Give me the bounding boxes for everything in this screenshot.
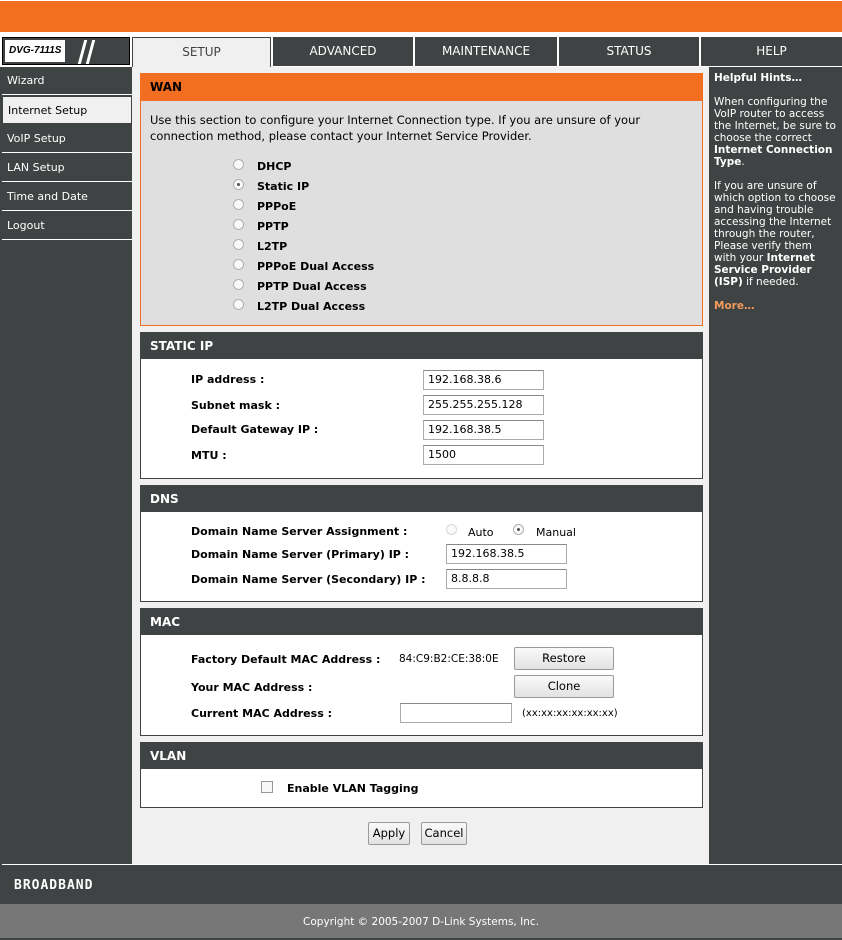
subnet-mask-input[interactable]: 255.255.255.128	[423, 395, 544, 415]
factory-mac-value: 84:C9:B2:CE:38:0E	[399, 653, 499, 665]
footer-bar: BROADBAND	[2, 864, 842, 904]
factory-mac-label: Factory Default MAC Address :	[191, 653, 381, 666]
mtu-label: MTU :	[191, 449, 227, 462]
broadband-logo: BROADBAND	[14, 878, 94, 893]
top-banner	[0, 0, 842, 32]
wan-option-radio[interactable]	[233, 179, 244, 190]
ip-address-label: IP address :	[191, 373, 265, 386]
vlan-tagging-checkbox[interactable]	[261, 781, 273, 793]
wan-option-radio[interactable]	[233, 239, 244, 250]
wan-description: Use this section to configure your Inter…	[150, 113, 641, 143]
mac-section: MAC Factory Default MAC Address : 84:C9:…	[140, 608, 703, 736]
sidebar-item-logout[interactable]: Logout	[2, 212, 132, 240]
cancel-button[interactable]: Cancel	[421, 822, 467, 845]
default-gateway-label: Default Gateway IP :	[191, 423, 319, 436]
wan-option-label: PPPoE	[257, 200, 297, 213]
hints-more-link[interactable]: More…	[714, 300, 837, 312]
your-mac-label: Your MAC Address :	[191, 681, 313, 694]
vlan-tagging-label: Enable VLAN Tagging	[287, 782, 419, 795]
hints-paragraph-1: When configuring the VoIP router to acce…	[714, 96, 836, 168]
wan-option-label: L2TP	[257, 240, 288, 253]
dns-secondary-input[interactable]: 8.8.8.8	[446, 569, 567, 589]
apply-button[interactable]: Apply	[368, 822, 410, 845]
restore-button[interactable]: Restore	[514, 647, 614, 670]
model-logo: DVG-7111S	[2, 37, 130, 65]
clone-button[interactable]: Clone	[514, 675, 614, 698]
wan-option-label: L2TP Dual Access	[257, 300, 366, 313]
sidebar-item-lan-setup[interactable]: LAN Setup	[2, 154, 132, 182]
helpful-hints-panel: Helpful Hints… When configuring the VoIP…	[709, 67, 842, 864]
tab-help[interactable]: HELP	[701, 37, 842, 66]
sidebar-item-wizard[interactable]: Wizard	[2, 67, 132, 95]
vlan-title: VLAN	[141, 743, 702, 769]
dns-assignment-label: Domain Name Server Assignment :	[191, 525, 408, 538]
sidebar-item-time-and-date[interactable]: Time and Date	[2, 183, 132, 211]
dns-section: DNS Domain Name Server Assignment : Auto…	[140, 485, 703, 602]
ip-address-input[interactable]: 192.168.38.6	[423, 370, 544, 390]
tab-maintenance[interactable]: MAINTENANCE	[415, 37, 557, 66]
tab-status[interactable]: STATUS	[559, 37, 699, 66]
wan-option-radio[interactable]	[233, 219, 244, 230]
current-mac-label: Current MAC Address :	[191, 707, 332, 720]
static-ip-section: STATIC IP IP address : 192.168.38.6 Subn…	[140, 332, 703, 479]
wan-option-radio[interactable]	[233, 279, 244, 290]
sidebar-item-voip-setup[interactable]: VoIP Setup	[2, 125, 132, 153]
dns-manual-label: Manual	[536, 526, 576, 539]
dns-primary-label: Domain Name Server (Primary) IP :	[191, 548, 410, 561]
mtu-input[interactable]: 1500	[423, 445, 544, 465]
wan-option-label: PPPoE Dual Access	[257, 260, 375, 273]
model-name: DVG-7111S	[5, 40, 65, 62]
wan-option-label: Static IP	[257, 180, 310, 193]
vlan-section: VLAN Enable VLAN Tagging	[140, 742, 703, 808]
default-gateway-input[interactable]: 192.168.38.5	[423, 420, 544, 440]
wan-option-label: PPTP	[257, 220, 289, 233]
tab-advanced[interactable]: ADVANCED	[273, 37, 413, 66]
static-ip-title: STATIC IP	[141, 333, 702, 359]
current-mac-input[interactable]	[400, 703, 512, 723]
wan-option-radio[interactable]	[233, 199, 244, 210]
wan-option-label: DHCP	[257, 160, 292, 173]
wan-option-radio[interactable]	[233, 259, 244, 270]
hints-title: Helpful Hints…	[714, 72, 802, 84]
wan-title: WAN	[141, 74, 702, 101]
mac-title: MAC	[141, 609, 702, 635]
dns-title: DNS	[141, 486, 702, 512]
tab-setup[interactable]: SETUP	[132, 37, 271, 67]
wan-option-radio[interactable]	[233, 159, 244, 170]
sidebar: Wizard Internet Setup VoIP Setup LAN Set…	[2, 67, 132, 864]
dns-secondary-label: Domain Name Server (Secondary) IP :	[191, 573, 426, 586]
dns-manual-radio[interactable]	[513, 524, 524, 535]
sidebar-item-internet-setup[interactable]: Internet Setup	[2, 96, 132, 124]
dns-auto-radio[interactable]	[446, 524, 457, 535]
subnet-mask-label: Subnet mask :	[191, 399, 280, 412]
dns-auto-label: Auto	[468, 526, 494, 539]
copyright: Copyright © 2005-2007 D-Link Systems, In…	[0, 904, 842, 938]
wan-section: WAN Use this section to configure your I…	[140, 73, 703, 326]
dns-primary-input[interactable]: 192.168.38.5	[446, 544, 567, 564]
wan-option-label: PPTP Dual Access	[257, 280, 367, 293]
wan-option-radio[interactable]	[233, 299, 244, 310]
mac-format-hint: (xx:xx:xx:xx:xx:xx)	[522, 708, 618, 719]
hints-paragraph-2: If you are unsure of which option to cho…	[714, 180, 836, 288]
